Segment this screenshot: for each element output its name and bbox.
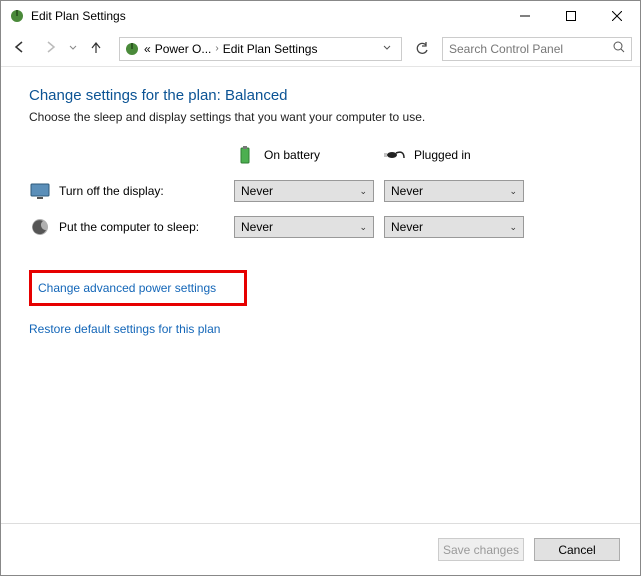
breadcrumb-icon [124, 41, 140, 57]
breadcrumb-dropdown[interactable] [377, 43, 397, 54]
minimize-icon [520, 11, 530, 21]
plugged-in-label: Plugged in [414, 148, 471, 162]
highlight-annotation: Change advanced power settings [29, 270, 247, 306]
maximize-button[interactable] [548, 1, 594, 31]
forward-button[interactable] [39, 38, 61, 59]
sleep-battery-select[interactable]: Never ⌄ [234, 216, 374, 238]
nav-arrows [9, 38, 107, 59]
window-controls [502, 1, 640, 31]
refresh-icon [415, 42, 429, 56]
back-arrow-icon [13, 40, 27, 54]
battery-icon [234, 144, 256, 166]
plug-icon [384, 144, 406, 166]
chevron-down-icon: ⌄ [359, 222, 367, 233]
address-bar: « Power O... › Edit Plan Settings Search… [1, 31, 640, 67]
refresh-button[interactable] [408, 37, 436, 61]
titlebar: Edit Plan Settings [1, 1, 640, 31]
chevron-right-icon: › [215, 43, 218, 54]
display-battery-value: Never [241, 184, 273, 198]
search-placeholder: Search Control Panel [449, 42, 613, 56]
on-battery-label: On battery [264, 148, 320, 162]
sleep-label: Put the computer to sleep: [59, 220, 199, 234]
display-battery-select[interactable]: Never ⌄ [234, 180, 374, 202]
sleep-plugged-select[interactable]: Never ⌄ [384, 216, 524, 238]
search-icon [613, 41, 625, 56]
footer: Save changes Cancel [1, 523, 640, 575]
up-button[interactable] [85, 38, 107, 59]
search-input[interactable]: Search Control Panel [442, 37, 632, 61]
display-row: Turn off the display: Never ⌄ Never ⌄ [29, 180, 612, 202]
sleep-row: Put the computer to sleep: Never ⌄ Never… [29, 216, 612, 238]
title-text: Edit Plan Settings [31, 9, 502, 23]
display-plugged-value: Never [391, 184, 423, 198]
back-button[interactable] [9, 38, 31, 59]
up-arrow-icon [89, 40, 103, 54]
app-icon [9, 8, 25, 24]
chevron-down-icon [69, 45, 77, 51]
window: Edit Plan Settings [0, 0, 641, 576]
display-label: Turn off the display: [59, 184, 164, 198]
sleep-plugged-value: Never [391, 220, 423, 234]
breadcrumb-part2[interactable]: Edit Plan Settings [223, 42, 318, 56]
save-button[interactable]: Save changes [438, 538, 524, 561]
advanced-settings-link[interactable]: Change advanced power settings [38, 281, 216, 295]
display-icon [29, 180, 51, 202]
page-subtext: Choose the sleep and display settings th… [29, 110, 612, 124]
breadcrumb-prefix: « [144, 42, 151, 56]
breadcrumb-part1[interactable]: Power O... [155, 42, 212, 56]
close-icon [612, 11, 622, 21]
restore-defaults-link[interactable]: Restore default settings for this plan [29, 322, 220, 336]
chevron-down-icon: ⌄ [359, 186, 367, 197]
minimize-button[interactable] [502, 1, 548, 31]
breadcrumb[interactable]: « Power O... › Edit Plan Settings [119, 37, 402, 61]
page-heading: Change settings for the plan: Balanced [29, 87, 612, 104]
cancel-button[interactable]: Cancel [534, 538, 620, 561]
content: Change settings for the plan: Balanced C… [1, 67, 640, 523]
maximize-icon [566, 11, 576, 21]
column-headers: On battery Plugged in [29, 144, 612, 166]
close-button[interactable] [594, 1, 640, 31]
display-plugged-select[interactable]: Never ⌄ [384, 180, 524, 202]
chevron-down-icon [383, 45, 391, 51]
forward-arrow-icon [43, 40, 57, 54]
sleep-icon [29, 216, 51, 238]
recent-dropdown[interactable] [69, 44, 77, 53]
sleep-battery-value: Never [241, 220, 273, 234]
chevron-down-icon: ⌄ [509, 222, 517, 233]
chevron-down-icon: ⌄ [509, 186, 517, 197]
